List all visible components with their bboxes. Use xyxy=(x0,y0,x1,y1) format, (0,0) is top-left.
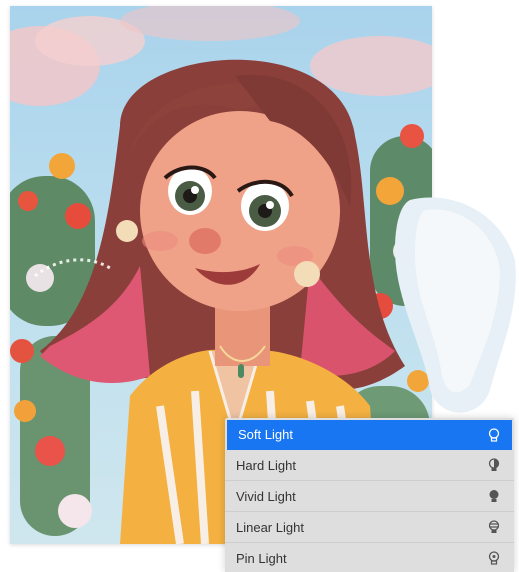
pin-light-bulb-icon xyxy=(488,551,500,565)
blend-mode-hard-light[interactable]: Hard Light xyxy=(225,450,514,481)
blend-mode-label: Pin Light xyxy=(236,551,287,566)
soft-light-bulb-icon xyxy=(488,428,500,442)
blend-mode-label: Hard Light xyxy=(236,458,296,473)
smudge-brush-stroke xyxy=(395,197,516,413)
blend-mode-label: Vivid Light xyxy=(236,489,296,504)
blend-mode-label: Soft Light xyxy=(238,427,293,442)
vivid-light-bulb-icon xyxy=(489,490,499,502)
blend-mode-menu: Soft Light Hard Light Vivid Light Linear… xyxy=(225,418,514,572)
blend-mode-linear-light[interactable]: Linear Light xyxy=(225,512,514,543)
blend-mode-soft-light[interactable]: Soft Light xyxy=(227,420,512,450)
blend-mode-pin-light[interactable]: Pin Light xyxy=(225,543,514,572)
hard-light-bulb-icon xyxy=(488,458,500,471)
blend-mode-vivid-light[interactable]: Vivid Light xyxy=(225,481,514,512)
blend-mode-label: Linear Light xyxy=(236,520,304,535)
linear-light-bulb-icon xyxy=(488,520,500,533)
